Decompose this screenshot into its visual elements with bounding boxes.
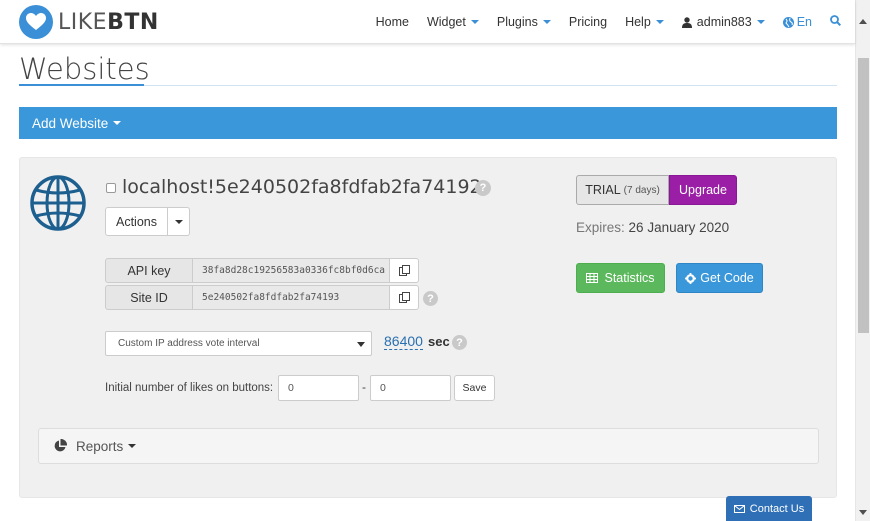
caret-down-icon (113, 121, 122, 125)
vote-interval-unit: sec (428, 334, 450, 349)
api-key-label: API key (105, 258, 193, 283)
nav-language-label: En (796, 15, 812, 29)
copy-icon (398, 292, 410, 303)
copy-icon (398, 265, 410, 276)
plan-group: TRIAL (7 days) Upgrade (576, 175, 737, 205)
globe-icon (782, 16, 794, 28)
website-name: localhost!5e240502fa8fdfab2fa74192 (122, 176, 482, 198)
statistics-button[interactable]: Statistics (576, 263, 665, 293)
site-id-label: Site ID (105, 285, 193, 310)
plan-label: TRIAL (585, 183, 621, 197)
select-arrow-icon (357, 342, 365, 347)
heart-icon (19, 5, 53, 39)
get-code-label: Get Code (700, 271, 754, 285)
copy-api-key-button[interactable] (390, 258, 419, 283)
nav-pricing[interactable]: Pricing (569, 15, 607, 29)
vote-interval-value[interactable]: 86400 (384, 334, 423, 350)
website-globe-icon (29, 174, 87, 237)
upgrade-button[interactable]: Upgrade (669, 175, 737, 205)
caret-down-icon (655, 20, 664, 24)
plan-badge: TRIAL (7 days) (576, 175, 669, 205)
site-id-field[interactable]: 5e240502fa8fdfab2fa74193 (193, 285, 390, 310)
actions-label: Actions (116, 214, 157, 229)
table-icon (586, 273, 599, 283)
actions-button[interactable]: Actions (105, 207, 168, 236)
title-underline (19, 84, 144, 86)
reports-toggle[interactable]: Reports (38, 428, 819, 464)
initial-likes-input-1[interactable]: 0 (278, 375, 359, 401)
nav-widget[interactable]: Widget (427, 15, 479, 29)
api-key-row: API key 38fa8d28c19256583a0336fc8bf0d6ca (105, 258, 419, 283)
expires-label: Expires: (576, 220, 625, 235)
api-key-field[interactable]: 38fa8d28c19256583a0336fc8bf0d6ca (193, 258, 390, 283)
top-navbar: LIKEBTN Home Widget Plugins Pricing Help… (0, 0, 855, 44)
logo-text-light: LIKE (58, 9, 108, 35)
reports-label: Reports (76, 438, 124, 454)
nav-language[interactable]: En (782, 15, 812, 29)
actions-button-group: Actions (105, 207, 190, 236)
site-id-row: Site ID 5e240502fa8fdfab2fa74193 (105, 285, 419, 310)
copy-site-id-button[interactable] (390, 285, 419, 310)
initial-likes-label: Initial number of likes on buttons: (105, 382, 274, 394)
website-select-checkbox[interactable] (106, 183, 116, 193)
help-question-icon[interactable]: ? (423, 291, 438, 306)
help-question-icon[interactable]: ? (475, 180, 491, 196)
actions-dropdown-toggle[interactable] (168, 207, 190, 236)
scroll-up-arrow-icon[interactable] (859, 19, 867, 24)
logo[interactable]: LIKEBTN (19, 5, 159, 39)
nav-home-label: Home (375, 15, 409, 29)
expires-text: Expires: 26 January 2020 (576, 220, 729, 235)
statistics-label: Statistics (604, 271, 655, 285)
scroll-thumb[interactable] (858, 58, 869, 333)
nav-help[interactable]: Help (625, 15, 664, 29)
logo-text-bold: BTN (107, 9, 159, 35)
caret-down-icon (542, 20, 551, 24)
nav-help-label: Help (625, 15, 651, 29)
caret-down-icon (756, 20, 765, 24)
envelope-icon (733, 504, 745, 513)
save-label: Save (462, 382, 487, 394)
vote-interval-select[interactable]: Custom IP address vote interval (105, 331, 372, 356)
plan-days: (7 days) (623, 184, 660, 196)
caret-down-icon (128, 444, 137, 448)
contact-us-label: Contact Us (749, 502, 805, 515)
contact-us-button[interactable]: Contact Us (726, 496, 812, 521)
vertical-scrollbar[interactable] (855, 0, 870, 521)
nav-user-label: admin883 (696, 15, 752, 29)
vote-interval-option: Custom IP address vote interval (118, 338, 260, 349)
gear-icon (685, 272, 697, 284)
nav-home[interactable]: Home (376, 15, 409, 29)
user-icon (681, 16, 692, 28)
page-title: Websites (19, 52, 150, 86)
save-button[interactable]: Save (454, 375, 495, 401)
scroll-down-arrow-icon[interactable] (859, 510, 867, 515)
get-code-button[interactable]: Get Code (676, 263, 763, 293)
upgrade-label: Upgrade (679, 183, 727, 197)
help-question-icon[interactable]: ? (452, 335, 467, 350)
initial-likes-input-2[interactable]: 0 (370, 375, 451, 401)
nav-widget-label: Widget (426, 15, 466, 29)
main-nav: Home Widget Plugins Pricing Help admin88… (376, 0, 855, 44)
caret-down-icon (174, 219, 183, 224)
add-website-button[interactable]: Add Website (19, 107, 837, 139)
caret-down-icon (470, 20, 479, 24)
website-panel: localhost!5e240502fa8fdfab2fa74192 ? Act… (19, 157, 837, 498)
nav-plugins-label: Plugins (496, 15, 538, 29)
nav-pricing-label: Pricing (568, 15, 608, 29)
search-icon[interactable] (830, 15, 842, 29)
likes-separator: - (362, 380, 366, 394)
add-website-label: Add Website (32, 115, 109, 131)
pie-chart-icon (54, 439, 67, 452)
logo-text: LIKEBTN (58, 10, 159, 35)
nav-plugins[interactable]: Plugins (497, 15, 551, 29)
expires-date: 26 January 2020 (628, 220, 730, 235)
nav-user-menu[interactable]: admin883 (681, 15, 765, 29)
